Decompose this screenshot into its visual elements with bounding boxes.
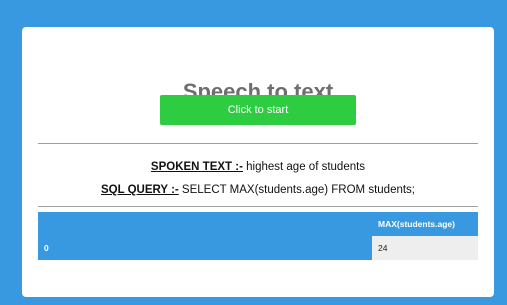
column-header-max-age: MAX(students.age) xyxy=(372,212,478,236)
table-header-row: MAX(students.age) xyxy=(38,212,478,236)
sql-query-line: SQL QUERY :- SELECT MAX(students.age) FR… xyxy=(22,184,494,196)
max-age-value-cell: 24 xyxy=(372,236,478,260)
spoken-text-value: highest age of students xyxy=(242,161,366,173)
row-index-cell: 0 xyxy=(38,236,372,260)
sql-query-label: SQL QUERY :- xyxy=(100,184,179,196)
spoken-text-label: SPOKEN TEXT :- xyxy=(150,161,243,173)
table-row: 0 24 xyxy=(38,236,478,260)
index-column-header xyxy=(38,212,372,236)
results-table: MAX(students.age) 0 24 xyxy=(38,212,478,260)
main-card: Speech to text Click to start SPOKEN TEX… xyxy=(22,27,494,297)
start-button[interactable]: Click to start xyxy=(160,95,356,125)
spoken-text-line: SPOKEN TEXT :- highest age of students xyxy=(22,161,494,173)
divider-bottom xyxy=(38,206,478,207)
divider-top xyxy=(38,143,478,144)
sql-query-value: SELECT MAX(students.age) FROM students; xyxy=(178,184,416,196)
